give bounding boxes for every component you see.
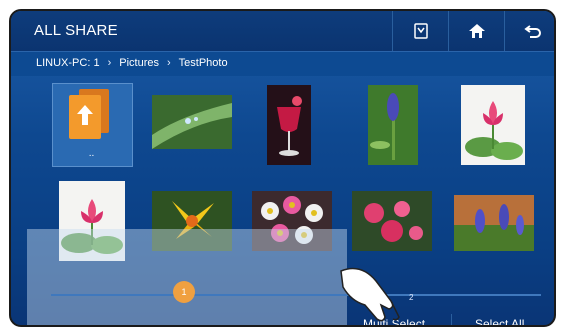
- tv-share-icon: [414, 23, 428, 39]
- home-icon: [469, 24, 485, 38]
- photo-thumbnail[interactable]: [352, 191, 432, 251]
- parent-folder-label: ..: [88, 148, 95, 159]
- breadcrumb-separator: ›: [167, 57, 171, 69]
- divider: [451, 314, 452, 325]
- back-icon: [524, 25, 541, 38]
- page-slider-track[interactable]: [51, 294, 541, 296]
- top-bar: ALL SHARE: [11, 11, 554, 52]
- photo-thumbnail[interactable]: [454, 195, 534, 251]
- tv-share-button[interactable]: [392, 11, 449, 51]
- breadcrumb-item[interactable]: Pictures: [119, 57, 159, 69]
- breadcrumb-item[interactable]: TestPhoto: [179, 57, 228, 69]
- breadcrumb-separator: ›: [107, 57, 112, 69]
- app-title: ALL SHARE: [34, 22, 118, 39]
- photo-thumbnail[interactable]: [368, 85, 418, 165]
- back-button[interactable]: [504, 11, 554, 51]
- app-window: ALL SHARE LINUX-PC: 1 › Pictures › TestP…: [9, 9, 556, 327]
- hand-pointer-icon: [340, 267, 400, 322]
- page-slider-knob[interactable]: 1: [173, 281, 195, 303]
- breadcrumb: LINUX-PC: 1 › Pictures › TestPhoto: [36, 57, 228, 69]
- select-all-button[interactable]: Select All: [475, 317, 524, 325]
- folder-up-icon: [67, 87, 113, 141]
- translucent-overlay: [27, 229, 347, 325]
- breadcrumb-item[interactable]: LINUX-PC: 1: [36, 57, 100, 69]
- photo-thumbnail[interactable]: [267, 85, 311, 165]
- photo-thumbnail[interactable]: [461, 85, 525, 165]
- photo-thumbnail[interactable]: [152, 95, 232, 149]
- breadcrumb-bar: LINUX-PC: 1 › Pictures › TestPhoto: [11, 52, 554, 76]
- home-button[interactable]: [448, 11, 505, 51]
